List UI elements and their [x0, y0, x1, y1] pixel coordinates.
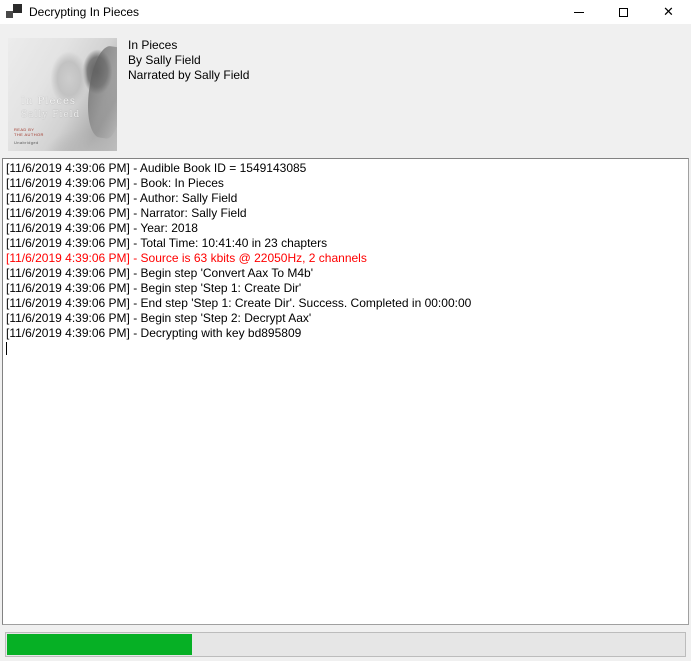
log-line: [11/6/2019 4:39:06 PM] - Narrator: Sally…	[6, 206, 685, 221]
log-line: [11/6/2019 4:39:06 PM] - Author: Sally F…	[6, 191, 685, 206]
log-line: [11/6/2019 4:39:06 PM] - Year: 2018	[6, 221, 685, 236]
book-cover-image: In Pieces Sally Field READ BY THE AUTHOR…	[8, 38, 117, 151]
cover-title-text: In Pieces	[21, 96, 76, 107]
log-line: [11/6/2019 4:39:06 PM] - Total Time: 10:…	[6, 236, 685, 251]
cover-read-by-text: READ BY THE AUTHOR	[14, 127, 44, 137]
log-line: [11/6/2019 4:39:06 PM] - End step 'Step …	[6, 296, 685, 311]
book-narrator-label: Narrated by Sally Field	[128, 68, 249, 83]
log-line: [11/6/2019 4:39:06 PM] - Audible Book ID…	[6, 161, 685, 176]
text-caret	[6, 342, 7, 355]
decrypt-window: { "window": { "title": "Decrypting In Pi…	[0, 0, 691, 661]
cover-edition-text: Unabridged	[14, 140, 39, 145]
app-icon-square-big	[13, 4, 22, 13]
app-icon	[6, 4, 22, 20]
progress-bar	[5, 632, 686, 657]
minimize-icon	[574, 12, 584, 13]
book-info: In Pieces By Sally Field Narrated by Sal…	[128, 38, 249, 83]
book-author-label: By Sally Field	[128, 53, 249, 68]
progress-bar-fill	[7, 634, 192, 655]
log-line: [11/6/2019 4:39:06 PM] - Begin step 'Ste…	[6, 281, 685, 296]
cover-author-text: Sally Field	[21, 110, 80, 120]
log-line: [11/6/2019 4:39:06 PM] - Decrypting with…	[6, 326, 685, 341]
window-title: Decrypting In Pieces	[29, 5, 139, 19]
log-line: [11/6/2019 4:39:06 PM] - Book: In Pieces	[6, 176, 685, 191]
maximize-icon	[619, 8, 628, 17]
log-line: [11/6/2019 4:39:06 PM] - Begin step 'Ste…	[6, 311, 685, 326]
cover-art-hair	[83, 44, 117, 140]
app-icon-square-small	[6, 11, 13, 18]
book-title-label: In Pieces	[128, 38, 249, 53]
log-line: [11/6/2019 4:39:06 PM] - Begin step 'Con…	[6, 266, 685, 281]
maximize-button[interactable]	[601, 0, 646, 24]
close-icon: ✕	[663, 6, 674, 19]
title-bar[interactable]: Decrypting In Pieces ✕	[0, 0, 691, 24]
log-line: [11/6/2019 4:39:06 PM] - Source is 63 kb…	[6, 251, 685, 266]
close-button[interactable]: ✕	[646, 0, 691, 24]
caption-buttons: ✕	[556, 0, 691, 24]
log-output[interactable]: [11/6/2019 4:39:06 PM] - Audible Book ID…	[2, 158, 689, 625]
minimize-button[interactable]	[556, 0, 601, 24]
